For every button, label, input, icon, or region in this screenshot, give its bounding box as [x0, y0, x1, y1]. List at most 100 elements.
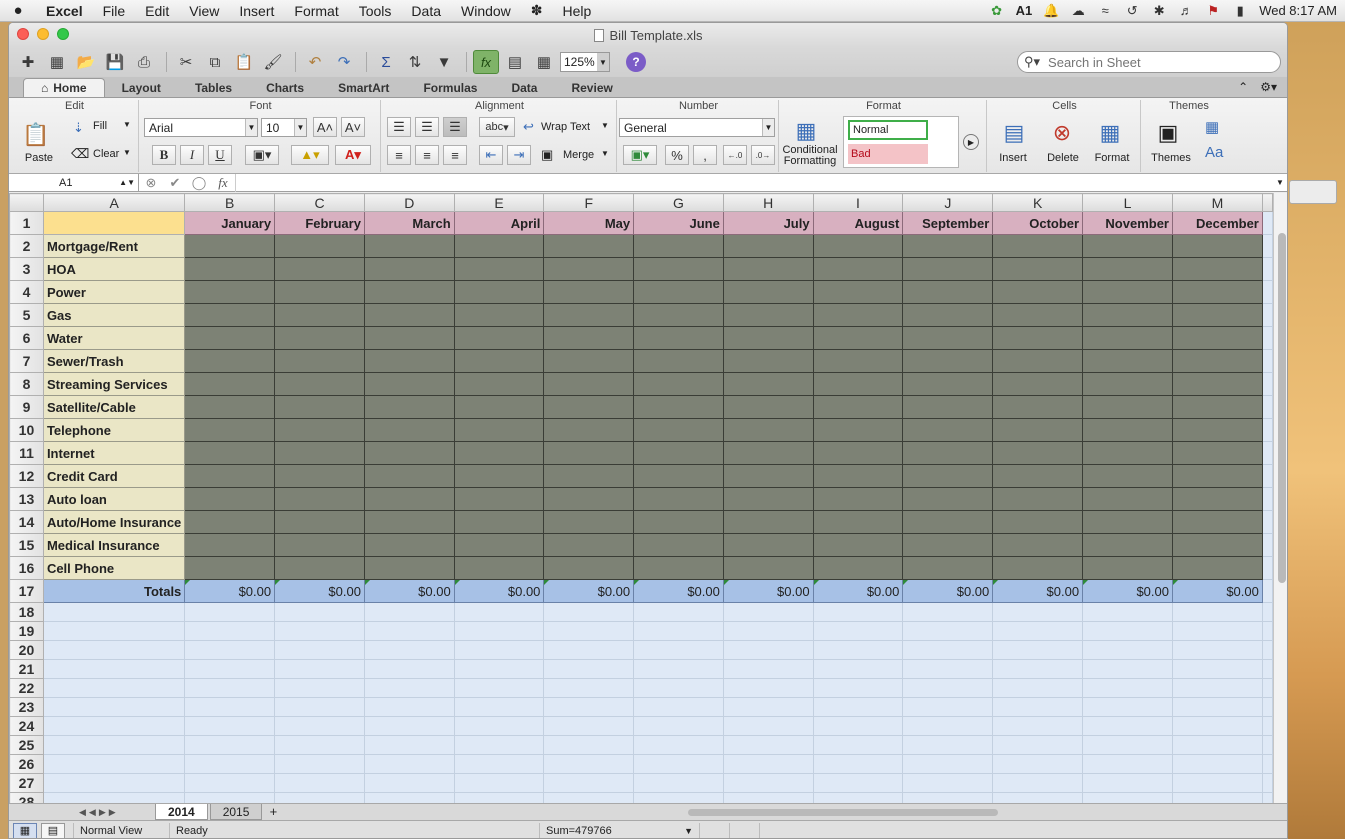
expense-amount-cell[interactable]: [1082, 487, 1173, 511]
empty-cell[interactable]: [363, 754, 455, 774]
row-header[interactable]: 28: [9, 792, 44, 803]
style-normal[interactable]: Normal: [848, 120, 928, 140]
format-cells-label[interactable]: Format: [1089, 152, 1135, 164]
align-right-icon[interactable]: ≡: [443, 145, 467, 165]
empty-cell[interactable]: [1261, 602, 1273, 622]
month-header-cell[interactable]: December: [1171, 211, 1263, 235]
expense-amount-cell[interactable]: [812, 303, 904, 327]
month-header-cell[interactable]: November: [1082, 211, 1173, 235]
empty-cell[interactable]: [902, 754, 994, 774]
empty-cell[interactable]: [1171, 602, 1263, 622]
empty-cell[interactable]: [902, 602, 994, 622]
expense-amount-cell[interactable]: [453, 418, 545, 442]
empty-cell[interactable]: [274, 678, 365, 698]
expense-amount-cell[interactable]: [184, 533, 276, 557]
empty-cell[interactable]: [184, 792, 276, 803]
empty-cell[interactable]: [184, 621, 276, 641]
expense-amount-cell[interactable]: [1082, 326, 1173, 350]
empty-cell[interactable]: [453, 602, 545, 622]
expense-amount-cell[interactable]: [543, 441, 635, 465]
empty-cell[interactable]: [1261, 659, 1273, 679]
expense-amount-cell[interactable]: [543, 303, 635, 327]
conditional-formatting-icon[interactable]: ▦: [791, 116, 821, 146]
empty-cell[interactable]: [453, 640, 545, 660]
theme-fonts-button[interactable]: Aa: [1205, 144, 1223, 161]
expense-amount-cell[interactable]: [902, 441, 994, 465]
sort-icon[interactable]: ⇅: [402, 50, 428, 74]
empty-cell[interactable]: [992, 792, 1084, 803]
expense-amount-cell[interactable]: [184, 487, 276, 511]
column-header-extra[interactable]: [1261, 193, 1273, 212]
expense-amount-cell[interactable]: [543, 556, 635, 580]
sheet-nav-arrows-icon[interactable]: ◀◀▶▶: [79, 807, 155, 818]
tab-charts[interactable]: Charts: [249, 78, 321, 97]
empty-cell[interactable]: [1261, 441, 1273, 465]
empty-cell[interactable]: [1171, 659, 1263, 679]
redo-icon[interactable]: ↷: [331, 50, 357, 74]
expense-amount-cell[interactable]: [722, 487, 814, 511]
wrap-text-dropdown-icon[interactable]: ▼: [601, 121, 609, 130]
empty-cell[interactable]: [543, 659, 635, 679]
empty-cell[interactable]: [1171, 754, 1263, 774]
empty-cell[interactable]: [42, 621, 186, 641]
cut-icon[interactable]: ✂: [173, 50, 199, 74]
empty-cell[interactable]: [722, 773, 814, 793]
empty-cell[interactable]: [1261, 280, 1273, 304]
expense-amount-cell[interactable]: [722, 418, 814, 442]
horizontal-scroll-thumb[interactable]: [688, 809, 998, 816]
expense-amount-cell[interactable]: [184, 464, 276, 488]
row-header[interactable]: 14: [9, 510, 44, 534]
empty-cell[interactable]: [1261, 303, 1273, 327]
column-header-c[interactable]: C: [274, 193, 365, 212]
print-icon[interactable]: ⎙: [131, 50, 157, 74]
empty-cell[interactable]: [184, 697, 276, 717]
expense-amount-cell[interactable]: [902, 395, 994, 419]
empty-cell[interactable]: [722, 621, 814, 641]
row-header[interactable]: 27: [9, 773, 44, 793]
empty-cell[interactable]: [543, 716, 635, 736]
menu-app-name[interactable]: Excel: [36, 3, 93, 19]
empty-cell[interactable]: [184, 735, 276, 755]
comma-style-button[interactable]: ,: [693, 145, 717, 165]
empty-cell[interactable]: [543, 640, 635, 660]
column-header-a[interactable]: A: [42, 193, 186, 212]
empty-cell[interactable]: [363, 659, 455, 679]
evernote-icon[interactable]: ✿: [989, 3, 1005, 18]
empty-cell[interactable]: [722, 716, 814, 736]
script-menu-icon[interactable]: ✽: [521, 2, 553, 19]
row-header[interactable]: 19: [9, 621, 44, 641]
theme-colors-icon[interactable]: ▦: [1205, 118, 1219, 136]
month-header-cell[interactable]: August: [812, 211, 904, 235]
month-header-cell[interactable]: April: [453, 211, 545, 235]
increase-indent-icon[interactable]: ⇥: [507, 145, 531, 165]
merge-icon[interactable]: ▣: [541, 147, 553, 163]
shrink-font-button[interactable]: A˅: [341, 117, 365, 137]
expense-amount-cell[interactable]: [1082, 418, 1173, 442]
expense-amount-cell[interactable]: [1171, 280, 1263, 304]
empty-cell[interactable]: [42, 773, 186, 793]
expense-amount-cell[interactable]: [274, 280, 365, 304]
expense-amount-cell[interactable]: [722, 257, 814, 281]
style-bad[interactable]: Bad: [848, 144, 928, 164]
empty-cell[interactable]: [1261, 418, 1273, 442]
empty-cell[interactable]: [812, 773, 904, 793]
font-name-select[interactable]: Arial ▼: [144, 118, 258, 137]
empty-cell[interactable]: [363, 773, 455, 793]
expense-amount-cell[interactable]: [363, 510, 455, 534]
expense-label-cell[interactable]: Streaming Services: [42, 372, 186, 396]
expense-amount-cell[interactable]: [363, 280, 455, 304]
menu-window[interactable]: Window: [451, 3, 521, 19]
expense-amount-cell[interactable]: [1171, 533, 1263, 557]
expense-amount-cell[interactable]: [453, 395, 545, 419]
row-header[interactable]: 26: [9, 754, 44, 774]
empty-cell[interactable]: [274, 640, 365, 660]
copy-icon[interactable]: ⧉: [202, 50, 228, 74]
expense-amount-cell[interactable]: [992, 510, 1084, 534]
row-header[interactable]: 22: [9, 678, 44, 698]
empty-cell[interactable]: [1261, 556, 1273, 580]
expense-amount-cell[interactable]: [184, 510, 276, 534]
media-browser-icon[interactable]: ▦: [531, 50, 557, 74]
empty-cell[interactable]: [992, 735, 1084, 755]
font-size-select[interactable]: 10 ▼: [261, 118, 307, 137]
time-machine-icon[interactable]: ↺: [1124, 3, 1140, 18]
